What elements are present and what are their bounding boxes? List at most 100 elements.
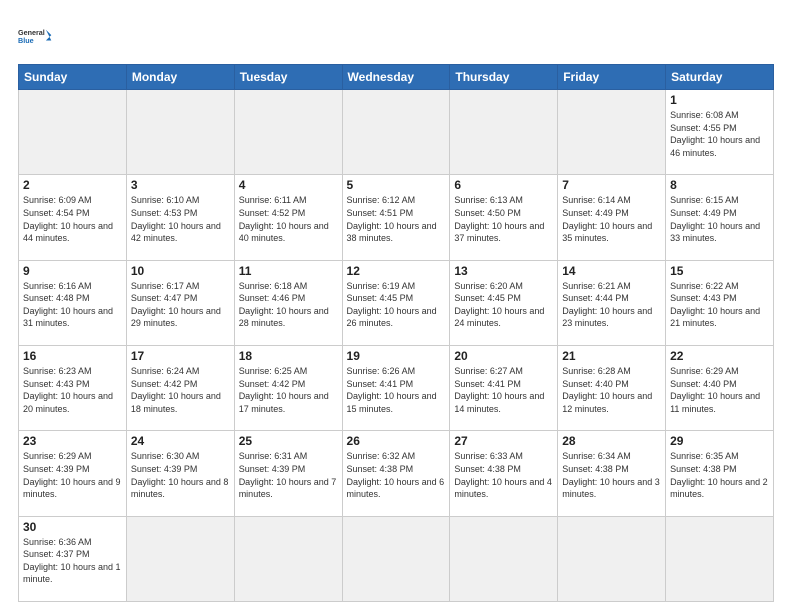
day-info: Sunrise: 6:29 AMSunset: 4:39 PMDaylight:…: [23, 450, 122, 500]
day-number: 14: [562, 264, 661, 278]
day-info: Sunrise: 6:32 AMSunset: 4:38 PMDaylight:…: [347, 450, 446, 500]
calendar-cell: [234, 90, 342, 175]
day-number: 20: [454, 349, 553, 363]
calendar-cell: 9 Sunrise: 6:16 AMSunset: 4:48 PMDaylight…: [19, 260, 127, 345]
day-number: 12: [347, 264, 446, 278]
day-info: Sunrise: 6:24 AMSunset: 4:42 PMDaylight:…: [131, 365, 230, 415]
day-number: 15: [670, 264, 769, 278]
calendar-cell: 16Sunrise: 6:23 AMSunset: 4:43 PMDayligh…: [19, 345, 127, 430]
calendar-cell: [234, 516, 342, 601]
calendar-cell: 19 Sunrise: 6:26 AMSunset: 4:41 PMDayligh…: [342, 345, 450, 430]
calendar-cell: [558, 516, 666, 601]
day-info: Sunrise: 6:12 AMSunset: 4:51 PMDaylight:…: [347, 194, 446, 244]
calendar-cell: 17 Sunrise: 6:24 AMSunset: 4:42 PMDayligh…: [126, 345, 234, 430]
day-number: 17: [131, 349, 230, 363]
day-info: Sunrise: 6:16 AMSunset: 4:48 PMDaylight:…: [23, 280, 122, 330]
day-info: Sunrise: 6:21 AMSunset: 4:44 PMDaylight:…: [562, 280, 661, 330]
day-info: Sunrise: 6:22 AMSunset: 4:43 PMDaylight:…: [670, 280, 769, 330]
calendar-cell: 25 Sunrise: 6:31 AMSunset: 4:39 PMDayligh…: [234, 431, 342, 516]
calendar-cell: [126, 516, 234, 601]
day-number: 4: [239, 178, 338, 192]
col-header-friday: Friday: [558, 65, 666, 90]
page: GeneralBlue SundayMondayTuesdayWednesday…: [0, 0, 792, 612]
col-header-saturday: Saturday: [666, 65, 774, 90]
day-number: 18: [239, 349, 338, 363]
day-info: Sunrise: 6:11 AMSunset: 4:52 PMDaylight:…: [239, 194, 338, 244]
logo: GeneralBlue: [18, 18, 54, 54]
day-number: 9: [23, 264, 122, 278]
day-number: 29: [670, 434, 769, 448]
day-number: 26: [347, 434, 446, 448]
day-info: Sunrise: 6:20 AMSunset: 4:45 PMDaylight:…: [454, 280, 553, 330]
day-info: Sunrise: 6:15 AMSunset: 4:49 PMDaylight:…: [670, 194, 769, 244]
calendar-cell: 15 Sunrise: 6:22 AMSunset: 4:43 PMDayligh…: [666, 260, 774, 345]
day-info: Sunrise: 6:18 AMSunset: 4:46 PMDaylight:…: [239, 280, 338, 330]
day-info: Sunrise: 6:13 AMSunset: 4:50 PMDaylight:…: [454, 194, 553, 244]
col-header-monday: Monday: [126, 65, 234, 90]
calendar-cell: 4 Sunrise: 6:11 AMSunset: 4:52 PMDaylight…: [234, 175, 342, 260]
day-number: 28: [562, 434, 661, 448]
day-info: Sunrise: 6:35 AMSunset: 4:38 PMDaylight:…: [670, 450, 769, 500]
day-number: 25: [239, 434, 338, 448]
day-info: Sunrise: 6:23 AMSunset: 4:43 PMDaylight:…: [23, 365, 122, 415]
calendar-cell: 21 Sunrise: 6:28 AMSunset: 4:40 PMDayligh…: [558, 345, 666, 430]
calendar-cell: 29 Sunrise: 6:35 AMSunset: 4:38 PMDayligh…: [666, 431, 774, 516]
day-number: 19: [347, 349, 446, 363]
day-number: 3: [131, 178, 230, 192]
day-info: Sunrise: 6:19 AMSunset: 4:45 PMDaylight:…: [347, 280, 446, 330]
day-number: 30: [23, 520, 122, 534]
day-info: Sunrise: 6:36 AMSunset: 4:37 PMDaylight:…: [23, 536, 122, 586]
day-info: Sunrise: 6:28 AMSunset: 4:40 PMDaylight:…: [562, 365, 661, 415]
calendar-cell: 5 Sunrise: 6:12 AMSunset: 4:51 PMDaylight…: [342, 175, 450, 260]
calendar-cell: [342, 516, 450, 601]
day-info: Sunrise: 6:10 AMSunset: 4:53 PMDaylight:…: [131, 194, 230, 244]
calendar-table: SundayMondayTuesdayWednesdayThursdayFrid…: [18, 64, 774, 602]
calendar-cell: 10Sunrise: 6:17 AMSunset: 4:47 PMDayligh…: [126, 260, 234, 345]
calendar-cell: 24Sunrise: 6:30 AMSunset: 4:39 PMDayligh…: [126, 431, 234, 516]
calendar-cell: 7Sunrise: 6:14 AMSunset: 4:49 PMDaylight…: [558, 175, 666, 260]
day-number: 24: [131, 434, 230, 448]
calendar-cell: 30 Sunrise: 6:36 AMSunset: 4:37 PMDayligh…: [19, 516, 127, 601]
calendar-cell: [558, 90, 666, 175]
calendar-cell: 11 Sunrise: 6:18 AMSunset: 4:46 PMDayligh…: [234, 260, 342, 345]
calendar-cell: 27 Sunrise: 6:33 AMSunset: 4:38 PMDayligh…: [450, 431, 558, 516]
logo-icon: GeneralBlue: [18, 18, 54, 54]
calendar-cell: 18 Sunrise: 6:25 AMSunset: 4:42 PMDayligh…: [234, 345, 342, 430]
calendar-cell: 3 Sunrise: 6:10 AMSunset: 4:53 PMDaylight…: [126, 175, 234, 260]
day-info: Sunrise: 6:27 AMSunset: 4:41 PMDaylight:…: [454, 365, 553, 415]
day-number: 27: [454, 434, 553, 448]
calendar-cell: 23Sunrise: 6:29 AMSunset: 4:39 PMDayligh…: [19, 431, 127, 516]
col-header-thursday: Thursday: [450, 65, 558, 90]
calendar-cell: 20 Sunrise: 6:27 AMSunset: 4:41 PMDayligh…: [450, 345, 558, 430]
svg-text:General: General: [18, 28, 45, 37]
calendar-cell: [450, 516, 558, 601]
day-number: 21: [562, 349, 661, 363]
calendar-cell: 13 Sunrise: 6:20 AMSunset: 4:45 PMDayligh…: [450, 260, 558, 345]
day-number: 5: [347, 178, 446, 192]
day-info: Sunrise: 6:29 AMSunset: 4:40 PMDaylight:…: [670, 365, 769, 415]
calendar-header-row: SundayMondayTuesdayWednesdayThursdayFrid…: [19, 65, 774, 90]
calendar-cell: 1Sunrise: 6:08 AMSunset: 4:55 PMDaylight…: [666, 90, 774, 175]
day-info: Sunrise: 6:17 AMSunset: 4:47 PMDaylight:…: [131, 280, 230, 330]
day-number: 2: [23, 178, 122, 192]
day-info: Sunrise: 6:34 AMSunset: 4:38 PMDaylight:…: [562, 450, 661, 500]
calendar-cell: [666, 516, 774, 601]
day-number: 8: [670, 178, 769, 192]
calendar-cell: 12 Sunrise: 6:19 AMSunset: 4:45 PMDayligh…: [342, 260, 450, 345]
calendar-cell: 26 Sunrise: 6:32 AMSunset: 4:38 PMDayligh…: [342, 431, 450, 516]
calendar-cell: 8 Sunrise: 6:15 AMSunset: 4:49 PMDaylight…: [666, 175, 774, 260]
day-number: 13: [454, 264, 553, 278]
calendar-cell: 2Sunrise: 6:09 AMSunset: 4:54 PMDaylight…: [19, 175, 127, 260]
calendar-cell: 14 Sunrise: 6:21 AMSunset: 4:44 PMDayligh…: [558, 260, 666, 345]
day-info: Sunrise: 6:26 AMSunset: 4:41 PMDaylight:…: [347, 365, 446, 415]
day-number: 11: [239, 264, 338, 278]
calendar-cell: [342, 90, 450, 175]
day-info: Sunrise: 6:33 AMSunset: 4:38 PMDaylight:…: [454, 450, 553, 500]
col-header-sunday: Sunday: [19, 65, 127, 90]
day-number: 6: [454, 178, 553, 192]
day-info: Sunrise: 6:31 AMSunset: 4:39 PMDaylight:…: [239, 450, 338, 500]
svg-text:Blue: Blue: [18, 36, 34, 45]
day-number: 7: [562, 178, 661, 192]
day-info: Sunrise: 6:25 AMSunset: 4:42 PMDaylight:…: [239, 365, 338, 415]
col-header-wednesday: Wednesday: [342, 65, 450, 90]
